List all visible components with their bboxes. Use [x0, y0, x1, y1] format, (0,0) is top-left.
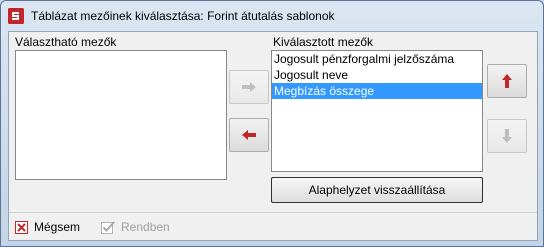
arrow-up-icon: [502, 74, 512, 88]
list-item[interactable]: Jogosult neve: [272, 67, 482, 83]
arrow-right-icon: [242, 82, 256, 92]
arrow-left-icon: [242, 130, 256, 140]
arrow-down-icon: [502, 129, 512, 143]
window-title: Táblázat mezőinek kiválasztása: Forint á…: [31, 9, 335, 23]
move-right-button[interactable]: [229, 70, 269, 104]
checkmark-icon: [101, 221, 115, 234]
cancel-label: Mégsem: [34, 220, 81, 234]
app-logo-icon: [8, 8, 24, 24]
dialog-body: Választható mezők Kiválasztott mezők Jog…: [8, 31, 538, 241]
available-fields-label: Választható mezők: [15, 35, 117, 49]
bottom-action-bar: Mégsem Rendben: [9, 212, 537, 241]
cancel-x-icon: [15, 220, 28, 234]
move-up-button[interactable]: [487, 64, 527, 98]
ok-label: Rendben: [121, 220, 170, 234]
move-down-button[interactable]: [487, 119, 527, 153]
selected-fields-list[interactable]: Jogosult pénzforgalmi jelzőszáma Jogosul…: [271, 50, 483, 172]
available-fields-list[interactable]: [15, 50, 227, 180]
move-left-button[interactable]: [229, 118, 269, 152]
title-bar[interactable]: Táblázat mezőinek kiválasztása: Forint á…: [1, 1, 543, 31]
cancel-button[interactable]: Mégsem: [15, 218, 80, 236]
ok-button[interactable]: Rendben: [101, 218, 170, 236]
reset-defaults-button[interactable]: Alaphelyzet visszaállítása: [271, 177, 483, 203]
dialog-window: Táblázat mezőinek kiválasztása: Forint á…: [0, 0, 544, 247]
list-item[interactable]: Jogosult pénzforgalmi jelzőszáma: [272, 51, 482, 67]
list-item-selected[interactable]: Megbízás összege: [272, 83, 482, 99]
selected-fields-label: Kiválasztott mezők: [273, 35, 374, 49]
